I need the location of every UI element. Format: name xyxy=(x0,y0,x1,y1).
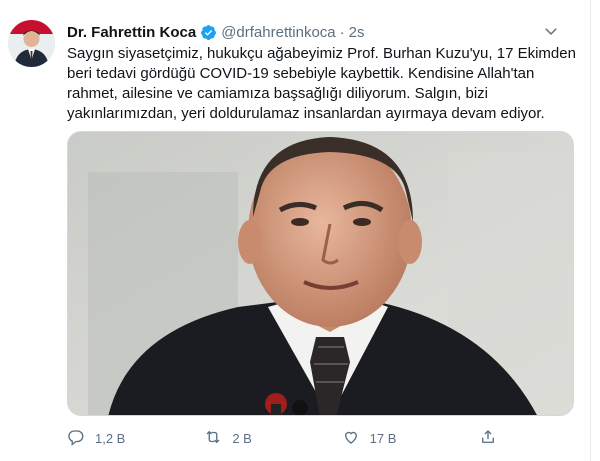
tweet-text-line: beri tedavi gördüğü COVID-19 sebebiyle k… xyxy=(67,65,535,82)
tweet-text: Saygın siyasetçimiz, hukukçu ağabeyimiz … xyxy=(67,44,576,124)
author-name[interactable]: Dr. Fahrettin Koca xyxy=(67,24,196,41)
tweet-actions: 1,2 B 2 B 17 B xyxy=(67,427,497,449)
tweet-text-line: Saygın siyasetçimiz, hukukçu ağabeyimiz … xyxy=(67,45,576,62)
author-handle[interactable]: @drfahrettinkoca xyxy=(221,24,335,41)
heart-icon xyxy=(342,428,360,449)
tweet-text-line: yakınlarımızdan, yeri doldurulamaz insan… xyxy=(67,105,545,122)
retweet-button[interactable]: 2 B xyxy=(204,428,341,449)
tweet-card[interactable]: Dr. Fahrettin Koca @drfahrettinkoca · 2s… xyxy=(0,0,591,461)
reply-icon xyxy=(67,428,85,449)
like-count: 17 B xyxy=(369,430,397,446)
avatar[interactable] xyxy=(8,20,55,67)
verified-badge-icon xyxy=(200,24,217,41)
tweet-photo[interactable] xyxy=(67,131,574,416)
retweet-icon xyxy=(204,428,222,449)
like-button[interactable]: 17 B xyxy=(342,428,479,449)
tweet-header: Dr. Fahrettin Koca @drfahrettinkoca · 2s xyxy=(67,22,566,42)
separator-dot: · xyxy=(339,23,345,41)
share-button[interactable] xyxy=(479,428,497,449)
tweet-timestamp[interactable]: 2s xyxy=(349,24,365,41)
share-icon xyxy=(479,428,497,449)
retweet-count: 2 B xyxy=(232,430,252,446)
reply-button[interactable]: 1,2 B xyxy=(67,428,204,449)
reply-count: 1,2 B xyxy=(95,430,126,446)
chevron-down-icon[interactable] xyxy=(540,20,562,42)
tweet-text-line: rahmet, ailesine ve camiamıza başsağlığı… xyxy=(67,85,489,102)
